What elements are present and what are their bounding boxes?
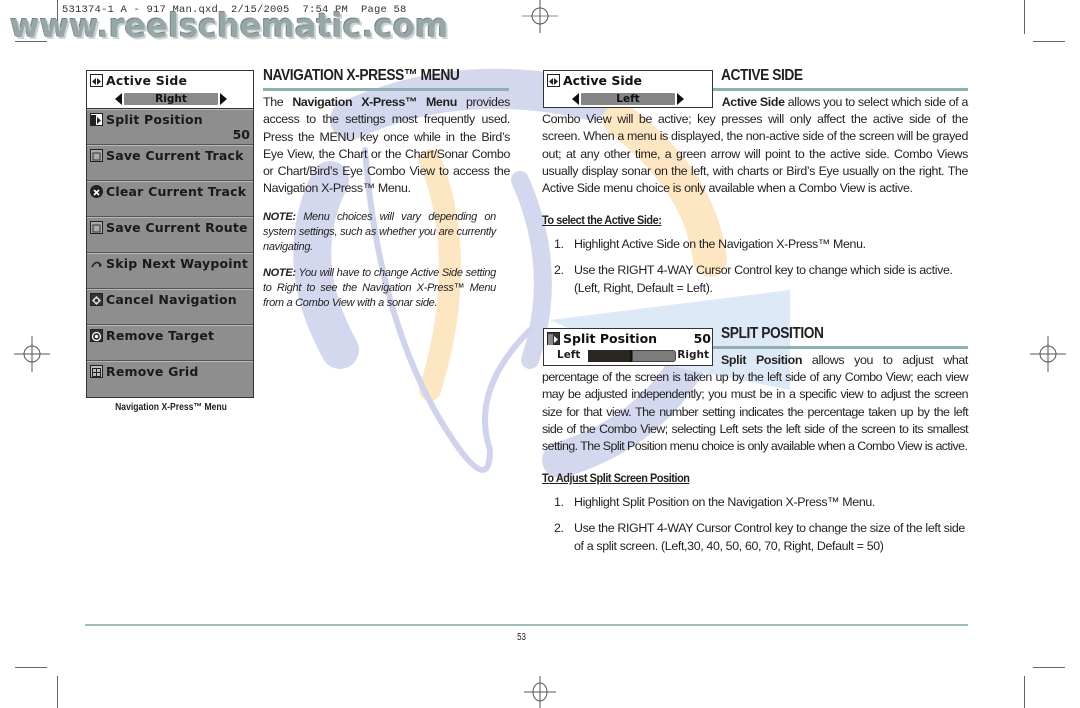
registration-mark	[14, 336, 50, 372]
menu-item-value: 50	[232, 127, 250, 142]
active-side-selector[interactable]: Right	[115, 92, 227, 105]
left-right-arrows-icon	[90, 74, 103, 87]
menu-item-label: Split Position	[106, 112, 203, 127]
step-item: 1. Highlight Active Side on the Navigatio…	[554, 237, 866, 251]
arrow-left-icon[interactable]	[572, 92, 579, 105]
crop-mark	[57, 676, 58, 708]
menu-item-label: Active Side	[106, 73, 188, 88]
menu-item-remove-grid[interactable]: Remove Grid	[87, 361, 253, 397]
navigation-xpress-menu: Active Side Right Split Position 50 Save…	[86, 70, 254, 398]
registration-mark	[524, 676, 556, 708]
menu-item-save-current-track[interactable]: Save Current Track	[87, 145, 253, 181]
menu-item-label: Skip Next Waypoint	[106, 256, 249, 271]
menu-item-remove-target[interactable]: Remove Target	[87, 325, 253, 361]
menu-item-label: Clear Current Track	[106, 184, 247, 199]
crop-mark	[15, 667, 47, 668]
crop-mark	[1024, 676, 1025, 708]
active-side-body: Combo View will be active; key presses w…	[542, 112, 968, 196]
arrow-left-icon[interactable]	[115, 92, 122, 105]
step-item: 1. Highlight Split Position on the Naviga…	[554, 495, 875, 509]
menu-item-label: Cancel Navigation	[106, 292, 237, 307]
left-right-arrows-icon	[547, 74, 560, 87]
split-position-subhead: To Adjust Split Screen Position	[542, 471, 690, 485]
split-left-label: Left	[557, 349, 581, 361]
registration-mark	[1030, 336, 1066, 372]
menu-item-label: Remove Grid	[106, 364, 199, 379]
active-side-selector[interactable]: Left	[572, 92, 684, 105]
split-position-slider[interactable]	[588, 350, 676, 362]
menu-item-save-current-route[interactable]: Save Current Route	[87, 217, 253, 253]
heading-rule	[713, 88, 968, 91]
split-screen-icon	[90, 113, 103, 126]
note-active-side: NOTE: You will have to change Active Sid…	[263, 267, 496, 309]
active-side-widget: Active Side Left	[543, 70, 713, 108]
save-icon	[90, 221, 103, 234]
menu-item-clear-current-track[interactable]: Clear Current Track	[87, 181, 253, 217]
crop-mark	[15, 41, 47, 42]
crop-mark	[1033, 41, 1065, 42]
clear-x-icon	[90, 185, 103, 198]
footer-rule	[85, 624, 968, 626]
menu-caption: Navigation X-Press™ Menu	[115, 402, 227, 413]
skip-arrow-icon	[90, 257, 103, 270]
step-item: 2. Use the RIGHT 4-WAY Cursor Control key…	[554, 263, 953, 295]
active-side-value: Left	[581, 92, 675, 105]
heading-rule	[713, 346, 968, 349]
menu-item-active-side[interactable]: Active Side Right	[87, 71, 253, 109]
save-icon	[90, 149, 103, 162]
heading-rule	[263, 88, 509, 91]
split-screen-icon	[547, 332, 560, 345]
nav-intro-paragraph: The Navigation X-Press™ Menu provides ac…	[263, 95, 510, 196]
crop-mark	[1024, 0, 1025, 34]
widget-title: Active Side	[563, 73, 643, 88]
bold-term: Navigation X-Press™ Menu	[292, 95, 457, 109]
split-right-label: Right	[677, 349, 709, 361]
active-side-heading: ACTIVE SIDE	[721, 67, 803, 84]
split-value: 50	[693, 331, 711, 346]
split-position-lead: Split Position allows you to adjust what	[721, 353, 969, 367]
split-position-widget: Split Position 50 Left Right	[543, 328, 713, 366]
widget-title: Split Position	[563, 331, 658, 346]
site-watermark: www.reelschematic.com	[10, 6, 449, 45]
menu-item-skip-next-waypoint[interactable]: Skip Next Waypoint	[87, 253, 253, 289]
active-side-steps: 1. Highlight Active Side on the Navigatio…	[542, 236, 968, 304]
grid-icon	[90, 365, 103, 378]
target-icon	[90, 329, 103, 342]
crop-mark	[1033, 667, 1065, 668]
nav-section-heading: NAVIGATION X-PRESS™ MENU	[263, 67, 460, 84]
slider-left-fill	[588, 350, 632, 362]
active-side-value: Right	[124, 92, 218, 105]
active-side-lead: Active Side allows you to select which s…	[721, 95, 969, 109]
registration-mark	[522, 0, 558, 33]
step-item: 2. Use the RIGHT 4-WAY Cursor Control key…	[554, 521, 965, 553]
split-position-heading: SPLIT POSITION	[721, 325, 824, 342]
note-menu-choices: NOTE: Menu choices will vary depending o…	[263, 211, 496, 253]
menu-item-split-position[interactable]: Split Position 50	[87, 109, 253, 145]
page-number: 53	[517, 632, 527, 643]
split-position-steps: 1. Highlight Split Position on the Naviga…	[542, 494, 968, 562]
arrow-right-icon[interactable]	[220, 92, 227, 105]
active-side-subhead: To select the Active Side:	[542, 213, 662, 227]
split-position-body: percentage of the screen is taken up by …	[542, 370, 969, 454]
arrow-right-icon[interactable]	[677, 92, 684, 105]
menu-item-label: Save Current Route	[106, 220, 248, 235]
menu-item-label: Remove Target	[106, 328, 215, 343]
cancel-navigation-icon	[90, 293, 103, 306]
menu-item-cancel-navigation[interactable]: Cancel Navigation	[87, 289, 253, 325]
menu-item-label: Save Current Track	[106, 148, 244, 163]
slider-right-fill	[632, 350, 676, 362]
